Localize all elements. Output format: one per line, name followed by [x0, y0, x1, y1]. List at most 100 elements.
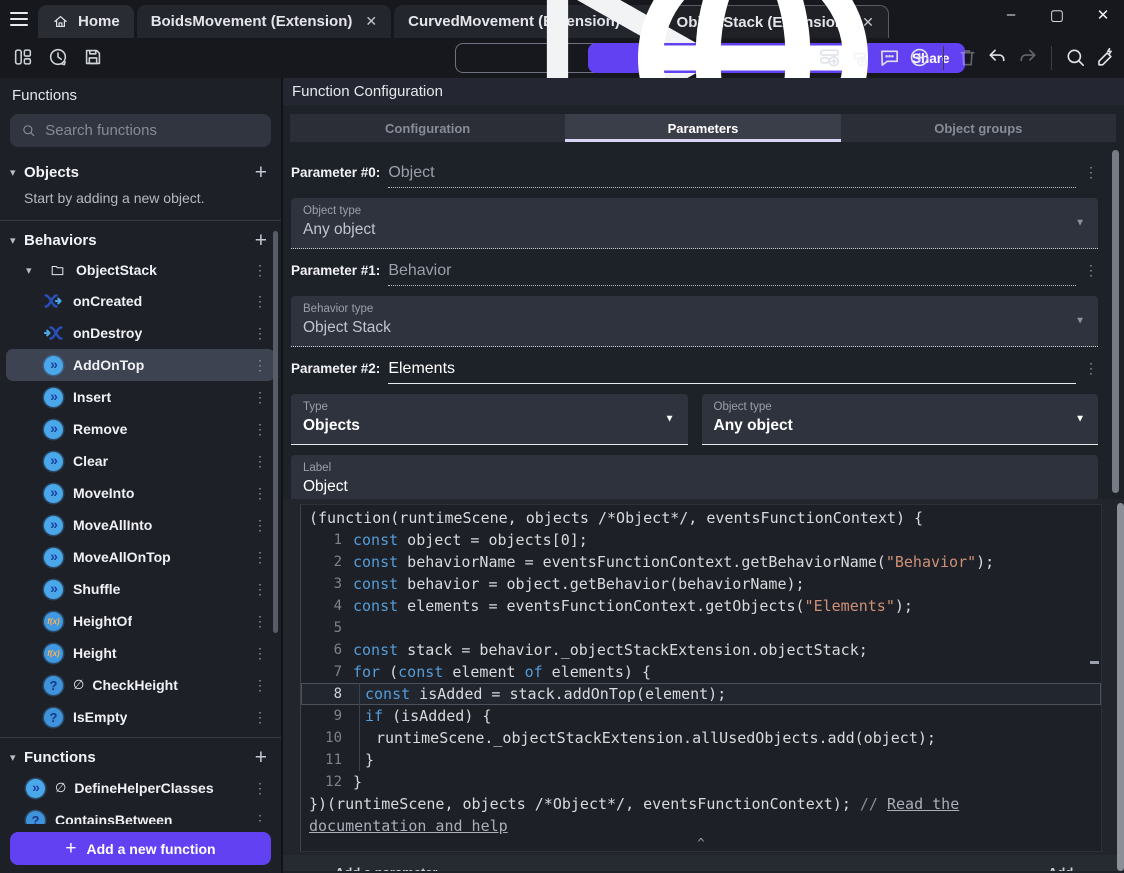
function-item-clear[interactable]: » Clear ⋮ — [0, 445, 281, 477]
kebab-menu-icon[interactable]: ⋮ — [253, 812, 267, 825]
sidebar-scrollbar[interactable] — [273, 231, 278, 633]
divider — [0, 737, 281, 738]
divider — [0, 220, 281, 221]
function-item-height[interactable]: f(x) Height ⋮ — [0, 637, 281, 669]
kebab-menu-icon[interactable]: ⋮ — [253, 389, 267, 406]
kebab-menu-icon[interactable]: ⋮ — [253, 485, 267, 502]
code-footer-line-1: })(runtimeScene, objects /*Object*/, eve… — [301, 793, 1101, 815]
parameter-1-behavior-type-select[interactable]: Behavior type Object Stack ▼ — [291, 296, 1098, 347]
behavior-folder-objectstack[interactable]: ▾ ObjectStack ⋮ — [0, 255, 281, 285]
objects-section-header[interactable]: ▾ Objects + — [0, 157, 281, 187]
function-item-insert[interactable]: » Insert ⋮ — [0, 381, 281, 413]
function-name: onCreated — [73, 293, 143, 309]
kebab-menu-icon[interactable]: ⋮ — [253, 709, 267, 726]
function-item-moveallinto[interactable]: » MoveAllInto ⋮ — [0, 509, 281, 541]
kebab-menu-icon[interactable]: ⋮ — [253, 613, 267, 630]
history-icon[interactable] — [47, 46, 69, 68]
window-tab-boidsmovement-extension-[interactable]: BoidsMovement (Extension) ✕ — [136, 5, 392, 38]
sidebar-title: Functions — [12, 87, 78, 104]
free-functions-list: » ∅ DefineHelperClasses ⋮? ContainsBetween ⋮ — [0, 772, 281, 824]
comment-icon[interactable] — [877, 45, 902, 70]
code-editor-area: (function(runtimeScene, objects /*Object… — [283, 499, 1124, 855]
code-token: "Elements" — [804, 597, 895, 615]
maximize-button[interactable]: ▢ — [1046, 6, 1068, 24]
kebab-menu-icon[interactable]: ⋮ — [1084, 262, 1098, 279]
tab-configuration[interactable]: Configuration — [290, 114, 565, 142]
kebab-menu-icon[interactable]: ⋮ — [253, 549, 267, 566]
code-line-5: 5 — [301, 617, 1101, 639]
close-tab-icon[interactable]: ✕ — [365, 13, 377, 30]
field-value: Any object — [303, 221, 376, 238]
add-event-icon[interactable] — [817, 45, 842, 70]
menu-icon[interactable] — [10, 12, 28, 26]
parameter-2-type-select[interactable]: Type Objects ▼ — [291, 394, 688, 445]
overview-ruler-mark — [1090, 661, 1099, 664]
kebab-menu-icon[interactable]: ⋮ — [253, 453, 267, 470]
parameter-1-label: Parameter #1: — [291, 263, 381, 278]
kebab-menu-icon[interactable]: ⋮ — [1084, 360, 1098, 377]
function-item-oncreated[interactable]: onCreated ⋮ — [0, 285, 281, 317]
function-name: CheckHeight — [92, 677, 178, 693]
parameters-scrollbar[interactable] — [1112, 150, 1119, 493]
close-button[interactable]: ✕ — [1092, 6, 1114, 24]
kebab-menu-icon[interactable]: ⋮ — [253, 325, 267, 342]
config-tabs: Configuration Parameters Object groups — [290, 114, 1116, 142]
condition-icon: ? — [26, 810, 45, 824]
code-editor-scrollbar[interactable] — [1117, 503, 1124, 871]
kebab-menu-icon[interactable]: ⋮ — [253, 780, 267, 797]
function-item-checkheight[interactable]: ? ∅ CheckHeight ⋮ — [0, 669, 281, 701]
parameter-0-object-type-select[interactable]: Object type Any object ▼ — [291, 198, 1098, 249]
kebab-menu-icon[interactable]: ⋮ — [253, 357, 267, 374]
kebab-menu-icon[interactable]: ⋮ — [253, 262, 267, 279]
parameter-1-name-input[interactable]: Behavior — [388, 262, 451, 279]
function-item-moveallontop[interactable]: » MoveAllOnTop ⋮ — [0, 541, 281, 573]
add-circle-icon[interactable] — [907, 45, 932, 70]
kebab-menu-icon[interactable]: ⋮ — [253, 581, 267, 598]
kebab-menu-icon[interactable]: ⋮ — [253, 645, 267, 662]
function-item-isempty[interactable]: ? IsEmpty ⋮ — [0, 701, 281, 733]
kebab-menu-icon[interactable]: ⋮ — [253, 517, 267, 534]
window-tab-home[interactable]: Home — [38, 5, 134, 38]
tab-parameters[interactable]: Parameters — [565, 114, 841, 142]
search-input[interactable] — [45, 122, 260, 139]
kebab-menu-icon[interactable]: ⋮ — [253, 421, 267, 438]
field-label: Type — [303, 401, 328, 413]
function-item-addontop[interactable]: » AddOnTop ⋮ — [6, 349, 275, 381]
search-box[interactable] — [10, 114, 271, 147]
save-icon[interactable] — [82, 46, 104, 68]
add-new-function-button[interactable]: + Add a new function — [10, 832, 271, 865]
parameter-2-name-input[interactable]: Elements — [388, 360, 455, 377]
kebab-menu-icon[interactable]: ⋮ — [253, 677, 267, 694]
add-object-button[interactable]: + — [255, 162, 267, 183]
add-function-plus-button[interactable]: + — [255, 747, 267, 768]
tab-object-groups[interactable]: Object groups — [841, 114, 1116, 142]
field-label: Behavior type — [303, 303, 374, 315]
add-behavior-button[interactable]: + — [255, 230, 267, 251]
javascript-code-editor[interactable]: (function(runtimeScene, objects /*Object… — [300, 504, 1102, 852]
search-icon[interactable] — [1063, 45, 1088, 70]
function-item-heightof[interactable]: f(x) HeightOf ⋮ — [0, 605, 281, 637]
function-item-remove[interactable]: » Remove ⋮ — [0, 413, 281, 445]
functions-section-header[interactable]: ▾ Functions + — [0, 742, 281, 772]
parameter-2-object-type-select[interactable]: Object type Any object ▼ — [701, 394, 1098, 445]
behaviors-section-header[interactable]: ▾ Behaviors + — [0, 225, 281, 255]
line-number: 4 — [333, 598, 342, 614]
dropdown-arrow-icon: ▼ — [1075, 315, 1085, 327]
minimize-button[interactable]: – — [1000, 6, 1022, 24]
edit-spark-icon[interactable] — [1093, 45, 1118, 70]
line-number: 6 — [333, 642, 342, 658]
toolbar: Preview Share — [0, 0, 1124, 173]
kebab-menu-icon[interactable]: ⋮ — [1084, 164, 1098, 181]
expand-caret[interactable]: ^ — [697, 836, 704, 850]
function-item-ondestroy[interactable]: onDestroy ⋮ — [0, 317, 281, 349]
function-item-moveinto[interactable]: » MoveInto ⋮ — [0, 477, 281, 509]
parameter-0-name-input[interactable]: Object — [388, 164, 434, 181]
panels-icon[interactable] — [12, 46, 34, 68]
undo-icon[interactable] — [985, 45, 1010, 70]
function-item-containsbetween[interactable]: ? ContainsBetween ⋮ — [0, 804, 281, 824]
code-token: const — [353, 597, 399, 615]
function-item-definehelperclasses[interactable]: » ∅ DefineHelperClasses ⋮ — [0, 772, 281, 804]
code-header-line: (function(runtimeScene, objects /*Object… — [301, 507, 1101, 529]
function-item-shuffle[interactable]: » Shuffle ⋮ — [0, 573, 281, 605]
kebab-menu-icon[interactable]: ⋮ — [253, 293, 267, 310]
